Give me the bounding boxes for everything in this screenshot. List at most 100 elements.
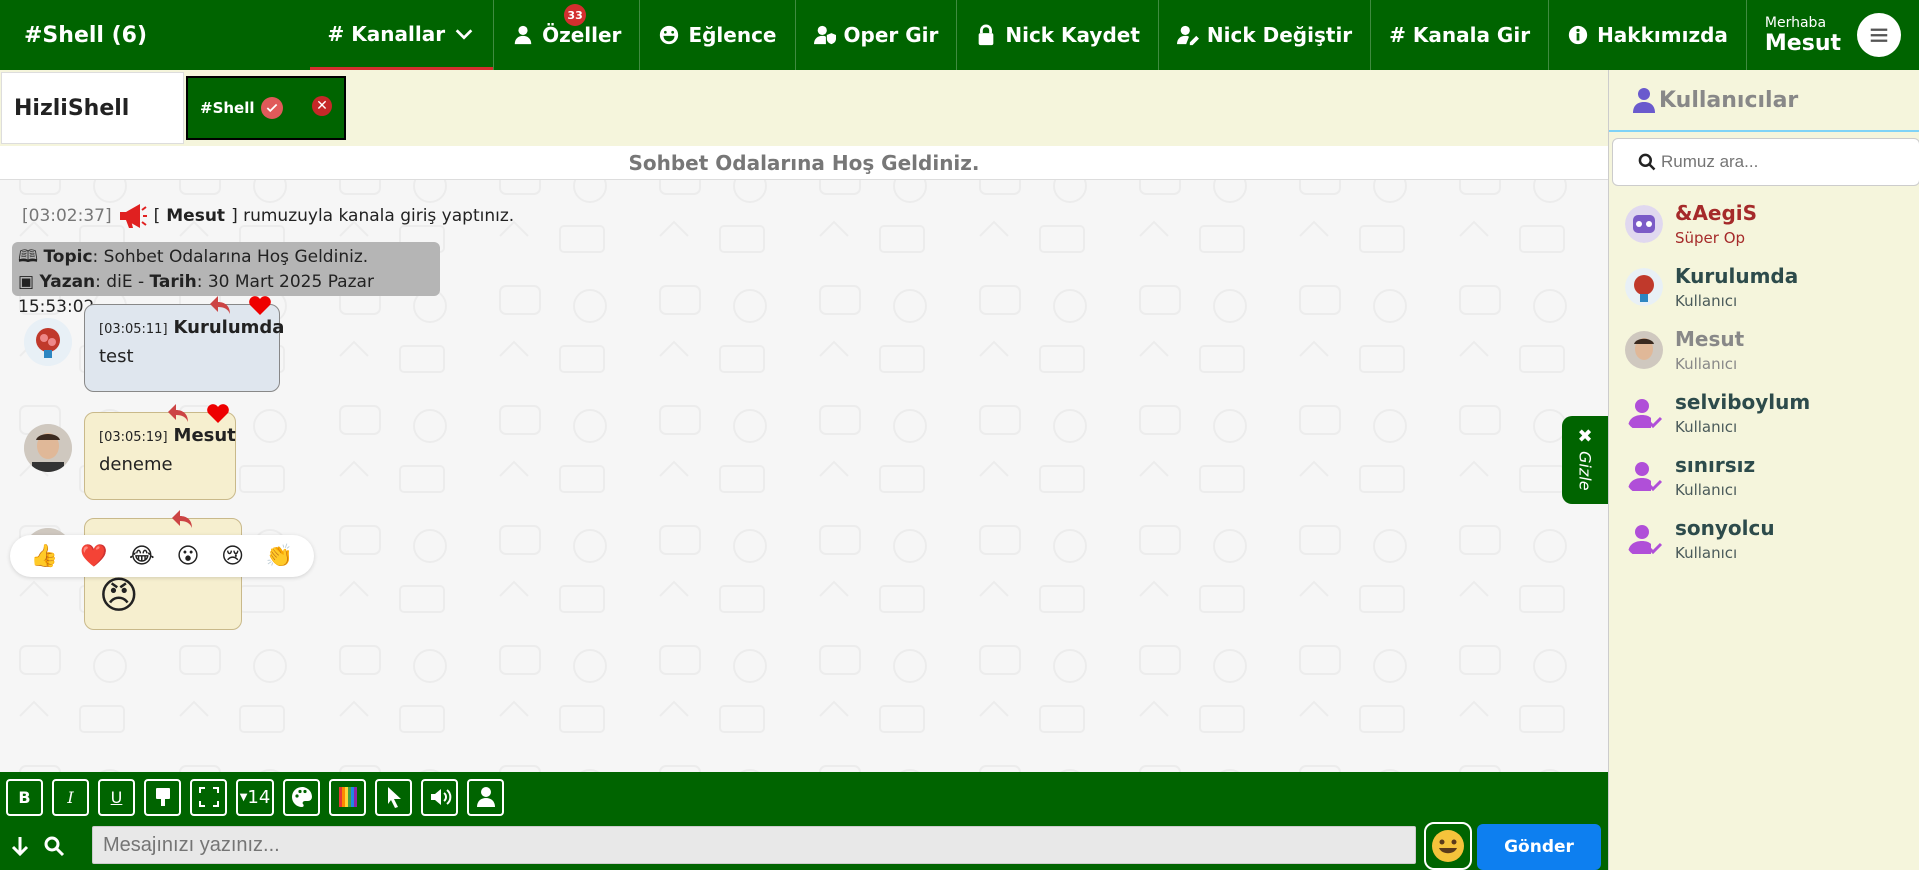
reaction-wow[interactable]: 😮 [176, 544, 199, 569]
nav-nick-degistir[interactable]: Nick Değiştir [1157, 0, 1370, 70]
reaction-heart[interactable]: ❤️ [80, 544, 107, 569]
hamburger-menu-button[interactable] [1857, 13, 1901, 57]
user-nick: Mesut [1675, 326, 1745, 351]
user-list-panel: Kullanıcılar &AegiS Süper Op Kurulumda Kul… [1608, 70, 1919, 870]
person-avatar-icon [24, 424, 72, 472]
user-shield-icon [813, 24, 836, 46]
lock-icon [975, 24, 997, 46]
nav-oper-gir[interactable]: Oper Gir [794, 0, 957, 70]
avatar-kurulumda[interactable] [24, 318, 72, 366]
user-nick: &AegiS [1675, 200, 1758, 225]
message-input[interactable] [92, 826, 1416, 864]
nav-ozeller-label: Özeller [542, 23, 622, 47]
nav-ozeller[interactable]: Özeller 33 [493, 0, 639, 70]
user-list-item[interactable]: sonyolcu Kullanıcı [1609, 507, 1919, 570]
user-nick: selviboylum [1675, 389, 1811, 414]
reply-icon[interactable] [208, 294, 232, 316]
font-size-value: 14 [247, 786, 271, 808]
check-icon [260, 97, 283, 119]
book-icon: 🕮 [18, 247, 39, 267]
cursor-button[interactable] [375, 778, 412, 816]
close-icon: ✖ [1577, 426, 1593, 447]
message-bubble[interactable]: [03:05:11] Kurulumda test [84, 304, 284, 392]
heart-icon[interactable] [206, 402, 230, 424]
system-text: ] rumuzuyla kanala giriş yaptınız. [231, 206, 515, 226]
underline-button[interactable]: U [98, 778, 135, 816]
sound-button[interactable] [421, 778, 458, 816]
nav-eglence-label: Eğlence [688, 23, 777, 47]
brain-avatar-icon [1625, 267, 1663, 306]
user-check-icon [1625, 457, 1663, 495]
message-nick[interactable]: Kurulumda [174, 317, 285, 338]
reaction-laugh[interactable]: 😂 [129, 544, 155, 569]
scroll-down-button[interactable] [6, 832, 34, 860]
send-button[interactable]: Gönder [1477, 824, 1601, 870]
user-list-item[interactable]: selviboylum Kullanıcı [1609, 381, 1919, 444]
message-nick[interactable]: Mesut [174, 425, 236, 446]
user-list-item[interactable]: Kurulumda Kullanıcı [1609, 255, 1919, 318]
nav-hakkimizda[interactable]: Hakkımızda [1548, 0, 1746, 70]
close-tab-button[interactable]: ✕ [312, 96, 332, 116]
topic-value: : Sohbet Odalarına Hoş Geldiniz. [92, 247, 369, 267]
info-icon [1567, 24, 1589, 46]
reply-icon[interactable] [170, 508, 194, 530]
author-label: Yazan [39, 272, 96, 292]
user-nick: Kurulumda [1675, 263, 1799, 288]
channel-tabs: HizliShell #Shell ✕ [0, 70, 1608, 146]
message-emoji: 😠 [99, 573, 139, 617]
bold-button[interactable]: B [6, 778, 43, 816]
reaction-clap[interactable]: 👏 [266, 544, 293, 569]
brand-title[interactable]: #Shell (6) [0, 0, 310, 70]
heart-icon[interactable] [248, 294, 272, 316]
font-size-select[interactable]: ▼ 14 [236, 778, 274, 816]
italic-button[interactable]: I [52, 778, 89, 816]
ozeller-badge: 33 [564, 4, 587, 26]
user-list: &AegiS Süper Op Kurulumda Kullanıcı Mesut K… [1609, 192, 1919, 570]
user-list-item[interactable]: sınırsız Kullanıcı [1609, 444, 1919, 507]
fullscreen-button[interactable] [190, 778, 227, 816]
tab-hizlishell[interactable]: HizliShell [1, 72, 184, 144]
nav-kanallar[interactable]: # Kanallar [309, 0, 494, 70]
chat-area[interactable]: Sohbet Odalarına Hoş Geldiniz. [03:02:37… [0, 146, 1608, 772]
message-text: test [99, 346, 134, 367]
reply-icon[interactable] [166, 402, 190, 424]
paint-brush-button[interactable] [144, 778, 181, 816]
reaction-sad[interactable]: 😢 [221, 544, 244, 569]
message-text: deneme [99, 454, 173, 475]
user-search-input[interactable] [1661, 152, 1901, 172]
hide-userlist-button[interactable]: ✖ Gizle [1562, 416, 1608, 504]
profile-button[interactable] [467, 778, 504, 816]
avatar-mesut[interactable] [24, 424, 72, 472]
user-list-item[interactable]: Mesut Kullanıcı [1609, 318, 1919, 381]
top-navbar: #Shell (6) # Kanallar Özeller 33 Eğlence… [0, 0, 1919, 70]
search-icon [1638, 153, 1656, 171]
system-nick[interactable]: Mesut [166, 206, 225, 226]
emoji-picker-button[interactable] [1424, 822, 1472, 870]
user-search-box [1612, 138, 1919, 186]
search-icon [44, 836, 65, 857]
message-timestamp: [03:05:11] [99, 322, 168, 337]
rainbow-button[interactable] [329, 778, 366, 816]
user-nick: sonyolcu [1675, 515, 1775, 540]
search-button[interactable] [40, 832, 68, 860]
user-pen-icon [1176, 24, 1199, 46]
nav-kanala-gir-label: # Kanala Gir [1389, 23, 1531, 47]
cursor-icon [387, 787, 401, 808]
message-timestamp: [03:05:19] [99, 430, 168, 445]
reaction-picker: 👍 ❤️ 😂 😮 😢 👏 [10, 535, 314, 577]
user-list-item[interactable]: &AegiS Süper Op [1609, 192, 1919, 255]
nav-nick-kaydet[interactable]: Nick Kaydet [956, 0, 1158, 70]
system-message: [03:02:37] [ Mesut ] rumuzuyla kanala gi… [22, 202, 514, 230]
message-bubble[interactable]: [03:05:19] Mesut deneme [84, 412, 236, 500]
nav-nick-degistir-label: Nick Değiştir [1206, 23, 1353, 47]
nav-eglence[interactable]: Eğlence [639, 0, 794, 70]
brain-avatar-icon [24, 318, 72, 366]
background-pattern [0, 146, 1608, 772]
tab-shell[interactable]: #Shell ✕ [186, 76, 346, 140]
date-label: Tarih [149, 272, 197, 292]
color-palette-button[interactable] [283, 778, 320, 816]
nav-oper-gir-label: Oper Gir [843, 23, 939, 47]
reaction-thumbs-up[interactable]: 👍 [31, 544, 58, 569]
nav-kanala-gir[interactable]: # Kanala Gir [1370, 0, 1548, 70]
nav-menu: # Kanallar Özeller 33 Eğlence Oper Gir N… [309, 0, 1919, 70]
